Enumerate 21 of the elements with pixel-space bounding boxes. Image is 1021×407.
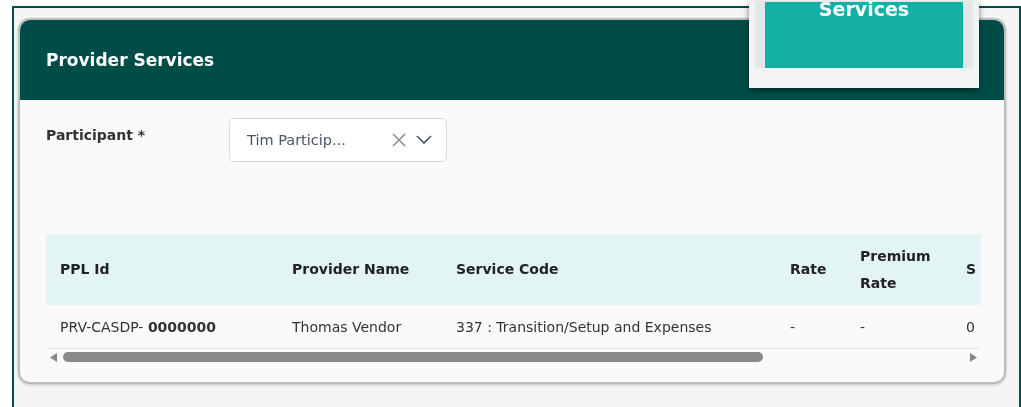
table-cell-text: 0 — [965, 318, 976, 335]
card-title: Provider Services — [46, 50, 215, 70]
column-header: S — [965, 260, 978, 280]
participant-select[interactable]: Tim Particip... — [229, 118, 447, 162]
scrollbar-thumb[interactable] — [63, 352, 763, 362]
scroll-left-icon[interactable] — [50, 352, 57, 362]
column-header: Rate — [789, 260, 828, 280]
chevron-down-icon[interactable] — [416, 135, 432, 145]
table-cell-text: - — [789, 318, 797, 335]
table-cell-text: - — [859, 318, 867, 335]
table-cell-text: PRV-CASDP- 0000000 — [59, 318, 218, 335]
column-header: Premium Rate — [859, 246, 932, 293]
column-header: PPL Id — [59, 260, 111, 280]
table-cell-text: 337 : Transition/Setup and Expenses — [455, 318, 713, 335]
tile-label: Services — [818, 0, 910, 19]
column-header: Service Code — [455, 260, 560, 280]
table-cell-text: Thomas Vendor — [291, 318, 403, 335]
scroll-right-icon[interactable] — [970, 352, 977, 362]
participant-label: Participant * — [46, 127, 147, 143]
column-header: Provider Name — [291, 260, 411, 280]
clear-icon[interactable] — [392, 133, 406, 147]
